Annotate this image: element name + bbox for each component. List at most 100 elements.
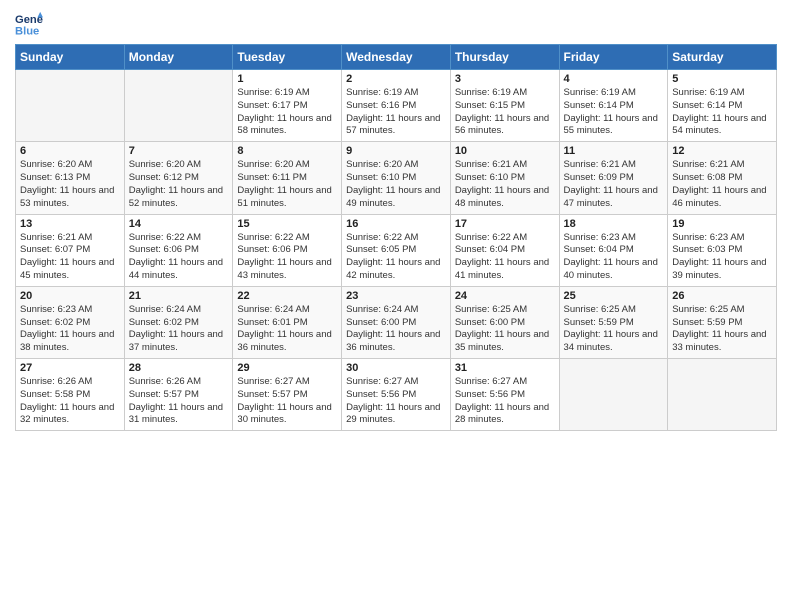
sunset-text: Sunset: 5:57 PM: [129, 389, 199, 400]
daylight-text: Daylight: 11 hours and 44 minutes.: [129, 257, 223, 281]
calendar-cell: 19 Sunrise: 6:23 AMSunset: 6:03 PM Dayligh…: [668, 214, 777, 286]
logo: General Blue: [15, 10, 43, 38]
daylight-text: Daylight: 11 hours and 34 minutes.: [564, 329, 658, 353]
daylight-text: Daylight: 11 hours and 41 minutes.: [455, 257, 549, 281]
sunset-text: Sunset: 6:17 PM: [237, 100, 307, 111]
calendar-cell: 24 Sunrise: 6:25 AMSunset: 6:00 PMDayligh…: [450, 286, 559, 358]
sunrise-text: Sunrise: 6:21 AM: [20, 232, 92, 243]
calendar-cell: 18Sunrise: 6:23 AMSunset: 6:04 PMDayligh…: [559, 214, 668, 286]
calendar-cell: 21Sunrise: 6:24 AMSunset: 6:02 PMDayligh…: [124, 286, 233, 358]
day-number: 27: [20, 362, 120, 374]
calendar-cell: 7Sunrise: 6:20 AMSunset: 6:12 PMDaylight…: [124, 142, 233, 214]
sunrise-text: Sunrise: 6:20 AM: [20, 159, 92, 170]
sunset-text: Sunset: 6:02 PM: [129, 317, 199, 328]
sunset-text: Sunset: 6:05 PM: [346, 244, 416, 255]
calendar-cell: 14 Sunrise: 6:22 AMSunset: 6:06 PM Dayligh…: [124, 214, 233, 286]
day-number: 9: [346, 145, 446, 157]
sunset-text: Sunset: 5:59 PM: [564, 317, 634, 328]
calendar-table: SundayMondayTuesdayWednesdayThursdayFrid…: [15, 44, 777, 431]
sunrise-text: Sunrise: 6:27 AM: [346, 376, 418, 387]
svg-text:Blue: Blue: [15, 25, 39, 37]
day-info: Sunrise: 6:27 AMSunset: 5:56 PMDaylight:…: [455, 376, 555, 427]
day-info: Sunrise: 6:19 AMSunset: 6:16 PMDaylight:…: [346, 87, 446, 138]
sunrise-text: Sunrise: 6:23 AM: [20, 304, 92, 315]
day-number: 17: [455, 218, 555, 230]
day-info: Sunrise: 6:25 AMSunset: 5:59 PMDaylight:…: [672, 304, 772, 355]
sunset-text: Sunset: 6:06 PM: [237, 244, 307, 255]
sunrise-text: Sunrise: 6:21 AM: [564, 159, 636, 170]
day-number: 14: [129, 218, 229, 230]
calendar-week-1: 1Sunrise: 6:19 AMSunset: 6:17 PMDaylight…: [16, 70, 777, 142]
day-number: 26: [672, 290, 772, 302]
sunset-text: Sunset: 6:04 PM: [455, 244, 525, 255]
calendar-cell: 20Sunrise: 6:23 AMSunset: 6:02 PMDayligh…: [16, 286, 125, 358]
day-info: Sunrise: 6:19 AMSunset: 6:17 PMDaylight:…: [237, 87, 337, 138]
sunrise-text: Sunrise: 6:24 AM: [237, 304, 309, 315]
calendar-week-4: 20 Sunrise: 6:23 AM Sunset: 6:02 PM Dayligh…: [16, 286, 777, 358]
day-number: 12: [672, 145, 772, 157]
sunset-text: Sunset: 6:08 PM: [672, 172, 742, 183]
calendar-cell: 11Sunrise: 6:21 AMSunset: 6:09 PMDayligh…: [559, 142, 668, 214]
calendar-week-3: 13Sunrise: 6:21 AMSunset: 6:07 PMDayligh…: [16, 214, 777, 286]
calendar-cell: 31Sunrise: 6:27 AMSunset: 5:56 PMDayligh…: [450, 359, 559, 431]
calendar-cell: 15 Sunrise: 6:22 AMSunset: 6:06 PM Dayligh…: [233, 214, 342, 286]
sunset-text: Sunset: 6:06 PM: [129, 244, 199, 255]
sunset-text: Sunset: 6:13 PM: [20, 172, 90, 183]
weekday-header-tuesday: Tuesday: [233, 45, 342, 70]
day-number: 15: [237, 218, 337, 230]
sunrise-text: Sunrise: 6:26 AM: [129, 376, 201, 387]
day-info: Sunrise: 6:27 AMSunset: 5:57 PMDaylight:…: [237, 376, 337, 427]
day-info: Sunrise: 6:19 AMSunset: 6:15 PMDaylight:…: [455, 87, 555, 138]
daylight-text: Daylight: 11 hours and 38 minutes.: [20, 329, 114, 353]
sunrise-text: Sunrise: 6:25 AM: [564, 304, 636, 315]
daylight-text: Daylight: 11 hours and 42 minutes.: [346, 257, 440, 281]
day-info: Sunrise: 6:23 AMSunset: 6:03 PM Daylight:…: [672, 232, 772, 283]
sunrise-text: Sunrise: 6:19 AM: [564, 87, 636, 98]
day-number: 19: [672, 218, 772, 230]
sunrise-text: Sunrise: 6:19 AM: [346, 87, 418, 98]
calendar-cell: 29Sunrise: 6:27 AMSunset: 5:57 PMDayligh…: [233, 359, 342, 431]
day-number: 16: [346, 218, 446, 230]
sunset-text: Sunset: 6:03 PM: [672, 244, 742, 255]
daylight-text: Daylight: 11 hours and 48 minutes.: [455, 185, 549, 209]
daylight-text: Daylight: 11 hours and 54 minutes.: [672, 113, 766, 137]
sunrise-text: Sunrise: 6:23 AM: [672, 232, 744, 243]
header: General Blue: [15, 10, 777, 38]
weekday-header-row: SundayMondayTuesdayWednesdayThursdayFrid…: [16, 45, 777, 70]
weekday-header-sunday: Sunday: [16, 45, 125, 70]
calendar-cell: 5Sunrise: 6:19 AMSunset: 6:14 PMDaylight…: [668, 70, 777, 142]
sunset-text: Sunset: 6:07 PM: [20, 244, 90, 255]
sunrise-text: Sunrise: 6:22 AM: [129, 232, 201, 243]
day-info: Sunrise: 6:19 AMSunset: 6:14 PMDaylight:…: [564, 87, 664, 138]
daylight-text: Daylight: 11 hours and 39 minutes.: [672, 257, 766, 281]
daylight-text: Daylight: 11 hours and 43 minutes.: [237, 257, 331, 281]
day-number: 10: [455, 145, 555, 157]
day-number: 20: [20, 290, 120, 302]
sunrise-text: Sunrise: 6:20 AM: [237, 159, 309, 170]
logo-icon: General Blue: [15, 10, 43, 38]
day-info: Sunrise: 6:27 AMSunset: 5:56 PMDaylight:…: [346, 376, 446, 427]
sunrise-text: Sunrise: 6:22 AM: [237, 232, 309, 243]
calendar-cell: 2Sunrise: 6:19 AMSunset: 6:16 PMDaylight…: [342, 70, 451, 142]
daylight-text: Daylight: 11 hours and 57 minutes.: [346, 113, 440, 137]
daylight-text: Daylight: 11 hours and 32 minutes.: [20, 402, 114, 426]
day-info: Sunrise: 6:24 AMSunset: 6:00 PMDaylight:…: [346, 304, 446, 355]
sunset-text: Sunset: 6:14 PM: [672, 100, 742, 111]
calendar-cell: 23Sunrise: 6:24 AMSunset: 6:00 PMDayligh…: [342, 286, 451, 358]
sunset-text: Sunset: 6:04 PM: [564, 244, 634, 255]
calendar-cell: 6Sunrise: 6:20 AMSunset: 6:13 PMDaylight…: [16, 142, 125, 214]
sunrise-text: Sunrise: 6:19 AM: [455, 87, 527, 98]
sunrise-text: Sunrise: 6:26 AM: [20, 376, 92, 387]
weekday-header-monday: Monday: [124, 45, 233, 70]
daylight-text: Daylight: 11 hours and 33 minutes.: [672, 329, 766, 353]
day-info: Sunrise: 6:22 AMSunset: 6:06 PM Daylight:…: [129, 232, 229, 283]
calendar-cell: 28Sunrise: 6:26 AMSunset: 5:57 PMDayligh…: [124, 359, 233, 431]
day-number: 24: [455, 290, 555, 302]
calendar-cell: 8Sunrise: 6:20 AMSunset: 6:11 PMDaylight…: [233, 142, 342, 214]
day-info: Sunrise: 6:22 AMSunset: 6:06 PM Daylight:…: [237, 232, 337, 283]
day-info: Sunrise: 6:25 AMSunset: 6:00 PMDaylight:…: [455, 304, 555, 355]
sunset-text: Sunset: 6:09 PM: [564, 172, 634, 183]
calendar-body: 1Sunrise: 6:19 AMSunset: 6:17 PMDaylight…: [16, 70, 777, 431]
calendar-week-2: 6Sunrise: 6:20 AMSunset: 6:13 PMDaylight…: [16, 142, 777, 214]
calendar-cell: [668, 359, 777, 431]
